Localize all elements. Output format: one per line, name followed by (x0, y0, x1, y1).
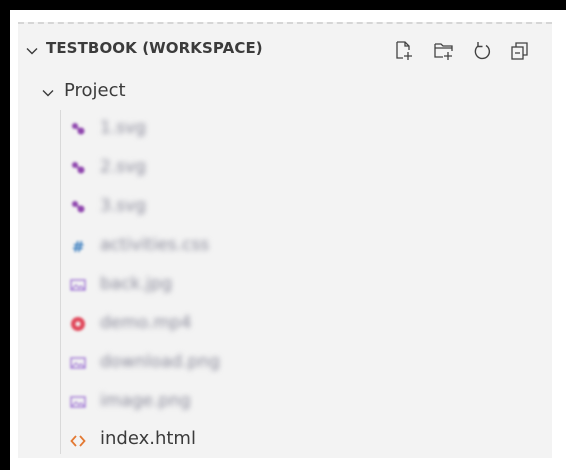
file-label: 1.svg (100, 118, 146, 138)
workspace-title: TESTBOOK (WORKSPACE) (46, 39, 263, 57)
file-item[interactable]: back.jpg (18, 270, 552, 300)
file-label: demo.mp4 (100, 313, 192, 333)
image-file-icon (70, 394, 86, 410)
folder-project[interactable]: Project (18, 78, 552, 108)
workspace-section-header[interactable]: TESTBOOK (WORKSPACE) (18, 36, 552, 66)
file-item[interactable]: # activities.css (18, 231, 552, 261)
file-item[interactable]: download.png (18, 348, 552, 378)
file-label: 3.svg (100, 196, 146, 216)
file-label: activities.css (100, 235, 210, 255)
explorer-panel: TESTBOOK (WORKSPACE) Project 1.svg 2.svg… (18, 22, 552, 458)
folder-label: Project (64, 80, 126, 101)
file-label: image.png (100, 391, 191, 411)
html-file-icon (70, 433, 86, 449)
file-label: back.jpg (100, 274, 173, 294)
new-file-icon[interactable] (390, 36, 418, 66)
css-file-icon: # (70, 238, 86, 254)
file-item[interactable]: image.png (18, 387, 552, 417)
svg-file-icon (70, 160, 86, 176)
file-item-index-html[interactable]: index.html (18, 426, 552, 456)
refresh-icon[interactable] (468, 36, 496, 66)
collapse-all-icon[interactable] (506, 36, 534, 66)
file-label: index.html (100, 428, 196, 449)
chevron-down-icon[interactable] (42, 87, 54, 99)
new-folder-icon[interactable] (430, 36, 458, 66)
svg-text:#: # (72, 238, 85, 254)
svg-file-icon (70, 199, 86, 215)
image-file-icon (70, 277, 86, 293)
file-item[interactable]: 3.svg (18, 192, 552, 222)
svg-file-icon (70, 121, 86, 137)
file-label: download.png (100, 352, 220, 372)
chevron-down-icon[interactable] (26, 45, 38, 57)
file-item[interactable]: 2.svg (18, 153, 552, 183)
video-file-icon (70, 316, 86, 332)
file-item[interactable]: 1.svg (18, 114, 552, 144)
file-item[interactable]: demo.mp4 (18, 309, 552, 339)
image-file-icon (70, 355, 86, 371)
file-label: 2.svg (100, 157, 146, 177)
